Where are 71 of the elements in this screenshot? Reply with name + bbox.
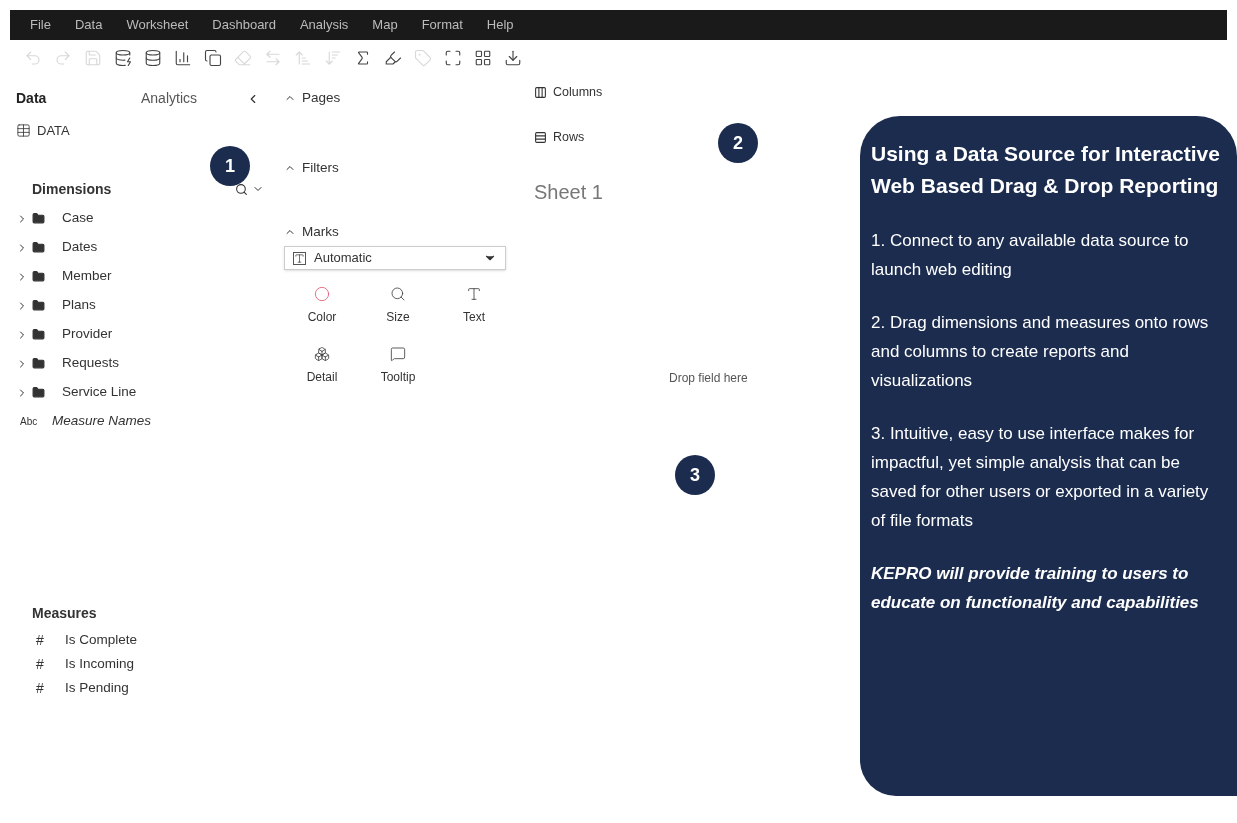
field-item[interactable]: Provider (62, 324, 113, 345)
menu-item[interactable]: Analysis (299, 15, 349, 35)
section-heading: Dimensions (32, 179, 112, 199)
folder-icon (32, 386, 45, 399)
menu-item[interactable]: File (30, 15, 51, 35)
grid-icon[interactable] (474, 49, 492, 67)
highlighter-icon[interactable] (384, 49, 402, 67)
folder-icon (32, 241, 45, 254)
shelf-label[interactable]: Columns (553, 82, 603, 102)
callout-point: 2. Drag dimensions and measures onto rows and columns to create reports and visualizations (871, 312, 1210, 392)
shelf-label[interactable]: Rows (553, 127, 585, 147)
field-item[interactable]: Case (62, 208, 94, 229)
rows-icon (534, 130, 547, 144)
marks-button[interactable]: Size (360, 286, 436, 326)
menu-item[interactable]: Dashboard (212, 15, 276, 35)
database-icon[interactable] (144, 49, 162, 67)
field-item[interactable]: Dates (62, 237, 98, 258)
detail-icon (314, 346, 330, 362)
card-title: Marks (302, 222, 339, 241)
menu-item[interactable]: Map (372, 15, 398, 35)
type-label: Abc (19, 415, 39, 429)
menu-item[interactable]: Format (421, 15, 463, 35)
marks-button[interactable]: Detail (284, 346, 360, 386)
callout-note: KEPRO will provide training to users to educate on functionality and capabilities (871, 563, 1200, 614)
sheet-title: Sheet 1 (534, 180, 604, 205)
field-item[interactable]: Is Complete (65, 630, 138, 651)
callout-point: 1. Connect to any available data source to launch web editing (871, 230, 1190, 281)
callout-point: 3. Intuitive, easy to use interface makes for impactful, yet simple analysis that can be saved for other users or exported in a variety of file formats (871, 423, 1210, 532)
copy-icon[interactable] (204, 49, 222, 67)
panel-tab[interactable]: Data (16, 88, 141, 109)
columns-icon (534, 85, 547, 99)
folder-icon (32, 212, 45, 225)
folder-icon (32, 299, 45, 312)
step-badge: 2 (718, 123, 758, 163)
field-item[interactable]: Is Pending (65, 678, 129, 699)
type-label: # (36, 655, 45, 674)
bar-chart-icon[interactable] (174, 49, 192, 67)
menu-item[interactable]: Data (74, 15, 103, 35)
marks-button[interactable]: Color (284, 286, 360, 326)
data-source-name[interactable]: DATA (37, 121, 70, 141)
data-source-icon (16, 123, 31, 139)
field-item[interactable]: Plans (62, 295, 96, 316)
card-title: Pages (302, 88, 341, 107)
menu-item[interactable]: Worksheet (126, 15, 189, 35)
card-title: Filters (302, 158, 339, 177)
callout-title: Using a Data Source for Interactive Web Based Drag & Drop Reporting (871, 141, 1221, 199)
text-icon (293, 251, 306, 265)
search-icon[interactable] (235, 182, 248, 196)
download-icon[interactable] (504, 49, 522, 67)
fit-icon[interactable] (444, 49, 462, 67)
field-item[interactable]: Member (62, 266, 112, 287)
speech-bubble-icon (390, 346, 406, 362)
field-item[interactable]: Requests (62, 353, 120, 374)
folder-icon (32, 328, 45, 341)
mark-type-dropdown[interactable]: Automatic (284, 246, 506, 270)
type-label: # (36, 631, 45, 650)
step-badge: 3 (675, 455, 715, 495)
field-item[interactable]: Is Incoming (65, 654, 135, 675)
section-heading: Measures (32, 604, 97, 621)
text-icon (466, 286, 482, 302)
step-badge: 1 (210, 146, 250, 186)
field-item[interactable]: Measure Names (52, 411, 152, 432)
drop-hint: Drop field here (669, 370, 749, 387)
panel-tab[interactable]: Analytics (141, 88, 198, 109)
field-item[interactable]: Service Line (62, 382, 137, 403)
menu-item[interactable]: Help (486, 15, 514, 35)
folder-icon (32, 270, 45, 283)
marks-button[interactable]: Text (436, 286, 512, 326)
type-label: # (36, 679, 45, 698)
folder-icon (32, 357, 45, 370)
marks-button[interactable]: Tooltip (360, 346, 436, 386)
